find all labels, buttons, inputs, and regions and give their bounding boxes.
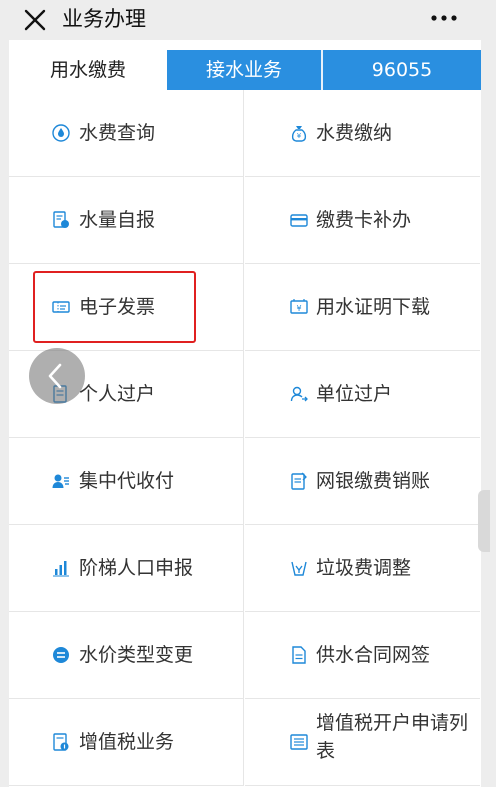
service-item-e-invoice[interactable]: 电子发票	[9, 264, 244, 351]
service-label: 水费查询	[79, 122, 156, 144]
service-label: 水费缴纳	[316, 122, 393, 144]
report-doc-icon	[53, 211, 69, 228]
tab-water-payment[interactable]: 用水缴费	[9, 50, 167, 90]
person-transfer-icon	[290, 386, 308, 402]
service-label: 网银缴费销账	[316, 470, 431, 492]
page-title: 业务办理	[62, 7, 146, 31]
service-item-supply-contract-esign[interactable]: 供水合同网签	[245, 612, 480, 699]
service-label: 电子发票	[79, 296, 156, 318]
service-item-water-bill-payment[interactable]: ¥ 水费缴纳	[245, 90, 480, 177]
service-item-water-self-report[interactable]: 水量自报	[9, 177, 244, 264]
certificate-icon: ¥	[290, 299, 308, 314]
service-label: 增值税业务	[79, 731, 175, 753]
service-label: 个人过户	[79, 383, 156, 405]
service-label: 垃圾费调整	[316, 557, 412, 579]
scroll-handle[interactable]	[478, 490, 490, 552]
tab-bar: 用水缴费 接水业务 96055	[9, 50, 481, 90]
service-label: 水价类型变更	[79, 644, 194, 666]
bank-doc-icon	[291, 472, 307, 490]
tab-connection-business[interactable]: 接水业务	[167, 50, 321, 90]
group-payment-icon	[52, 474, 69, 488]
tab-hotline[interactable]: 96055	[323, 50, 481, 90]
service-item-garbage-fee-adjust[interactable]: 垃圾费调整	[245, 525, 480, 612]
service-item-vat-business[interactable]: 增值税业务	[9, 699, 244, 786]
close-icon[interactable]	[22, 7, 48, 33]
svg-text:¥: ¥	[297, 132, 302, 140]
list-icon	[290, 734, 308, 750]
contract-doc-icon	[292, 646, 306, 664]
water-drop-icon	[52, 124, 70, 142]
back-button[interactable]	[29, 348, 85, 404]
card-icon	[290, 214, 308, 227]
service-label: 单位过户	[316, 383, 393, 405]
bar-steps-icon	[53, 561, 69, 577]
tax-doc-icon	[53, 733, 69, 751]
service-item-online-bank-writeoff[interactable]: 网银缴费销账	[245, 438, 480, 525]
svg-text:¥: ¥	[296, 304, 301, 313]
more-options-icon[interactable]	[430, 8, 458, 28]
service-label: 缴费卡补办	[316, 209, 412, 231]
service-label: 阶梯人口申报	[79, 557, 194, 579]
service-label: 供水合同网签	[316, 644, 431, 666]
service-label: 集中代收付	[79, 470, 175, 492]
service-item-payment-card-reissue[interactable]: 缴费卡补办	[245, 177, 480, 264]
switch-circle-icon	[53, 647, 69, 663]
chevron-left-icon	[48, 363, 62, 389]
ticket-icon	[52, 301, 70, 313]
business-panel: 用水缴费 接水业务 96055 水费查询 ¥ 水费缴纳 水量自报 缴费卡补办 电…	[9, 40, 481, 787]
money-bag-icon: ¥	[291, 126, 307, 142]
service-item-vat-account-application-list[interactable]: 增值税开户申请列表	[245, 699, 480, 786]
service-item-company-transfer[interactable]: 单位过户	[245, 351, 480, 438]
top-bar: 业务办理	[0, 0, 496, 40]
service-item-water-price-type-change[interactable]: 水价类型变更	[9, 612, 244, 699]
service-item-tiered-population-report[interactable]: 阶梯人口申报	[9, 525, 244, 612]
service-item-centralized-collection[interactable]: 集中代收付	[9, 438, 244, 525]
service-item-water-bill-query[interactable]: 水费查询	[9, 90, 244, 177]
service-label: 增值税开户申请列表	[316, 712, 469, 762]
service-label: 水量自报	[79, 209, 156, 231]
service-item-water-certificate-download[interactable]: ¥ 用水证明下载	[245, 264, 480, 351]
service-label: 用水证明下载	[316, 296, 431, 318]
trash-bin-icon	[291, 561, 307, 576]
